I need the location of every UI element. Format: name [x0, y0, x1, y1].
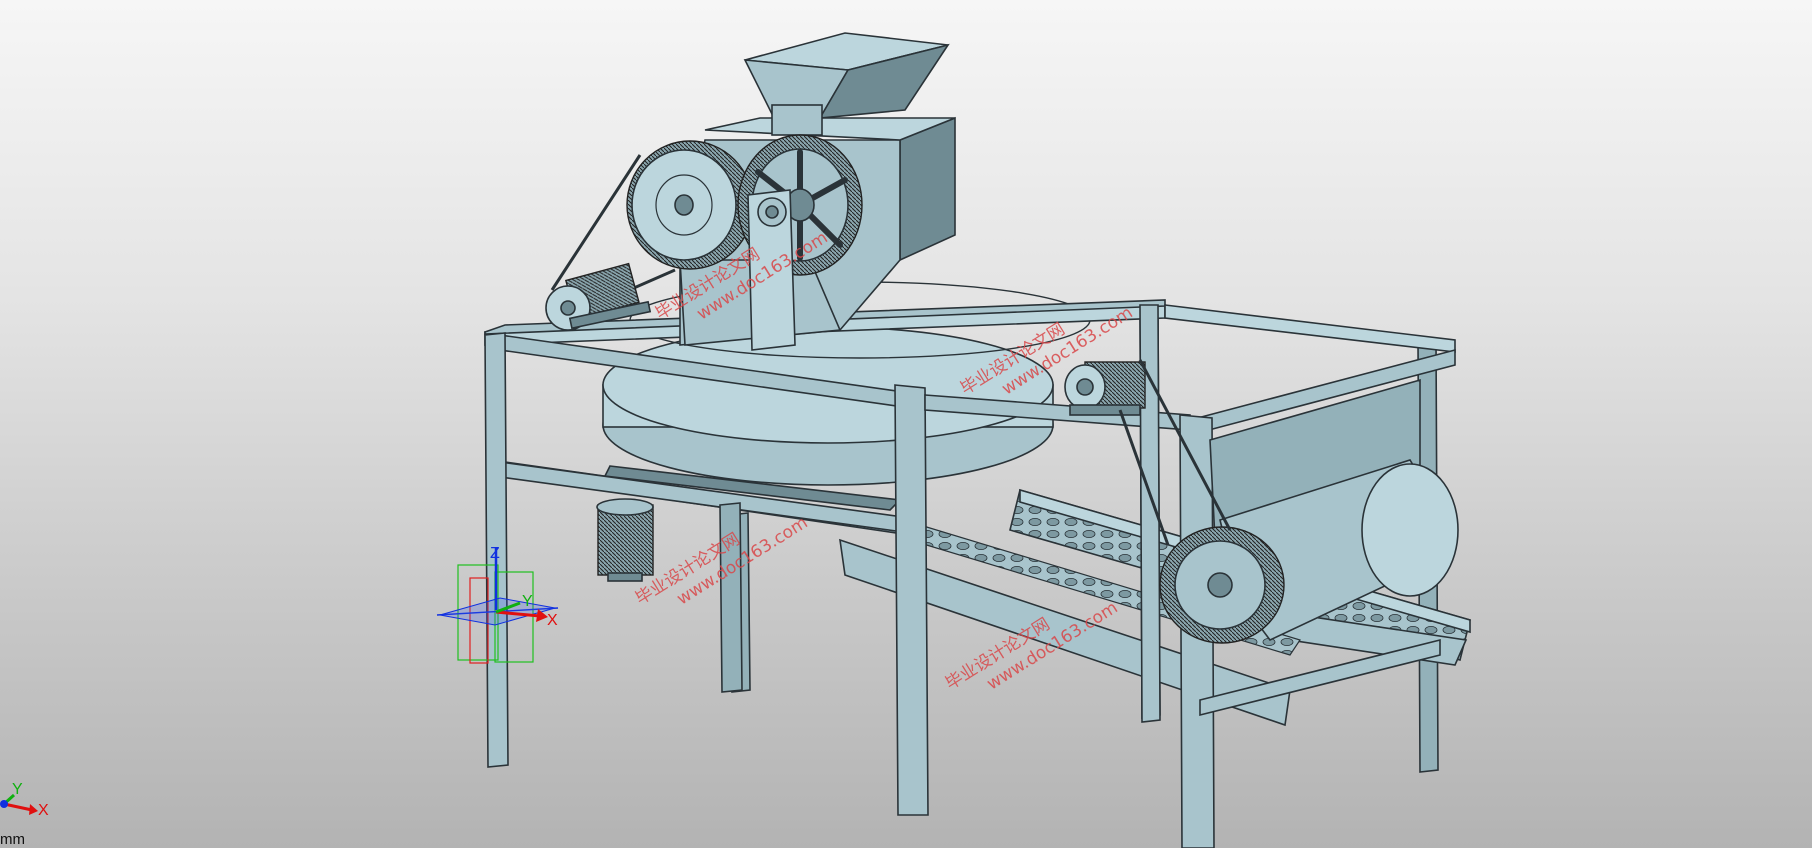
- lower-motor: [596, 498, 654, 582]
- manipulator-z-label: Z: [490, 545, 500, 562]
- main-pulley: [626, 140, 754, 270]
- units-label: mm: [0, 831, 25, 848]
- manipulator-y-label: Y: [522, 593, 533, 610]
- view-triad[interactable]: X Y: [0, 781, 49, 819]
- cad-viewport[interactable]: 毕业设计论文网 www.doc163.com 毕业设计论文网 www.doc16…: [0, 0, 1812, 848]
- triad-x-axis: [3, 802, 33, 812]
- manipulator-x-label: X: [547, 612, 558, 629]
- triad-z-axis: [0, 800, 8, 808]
- triad-y-label: Y: [12, 781, 23, 798]
- triad-x-label: X: [38, 802, 49, 819]
- assembly-model[interactable]: 毕业设计论文网 www.doc163.com 毕业设计论文网 www.doc16…: [0, 0, 1812, 848]
